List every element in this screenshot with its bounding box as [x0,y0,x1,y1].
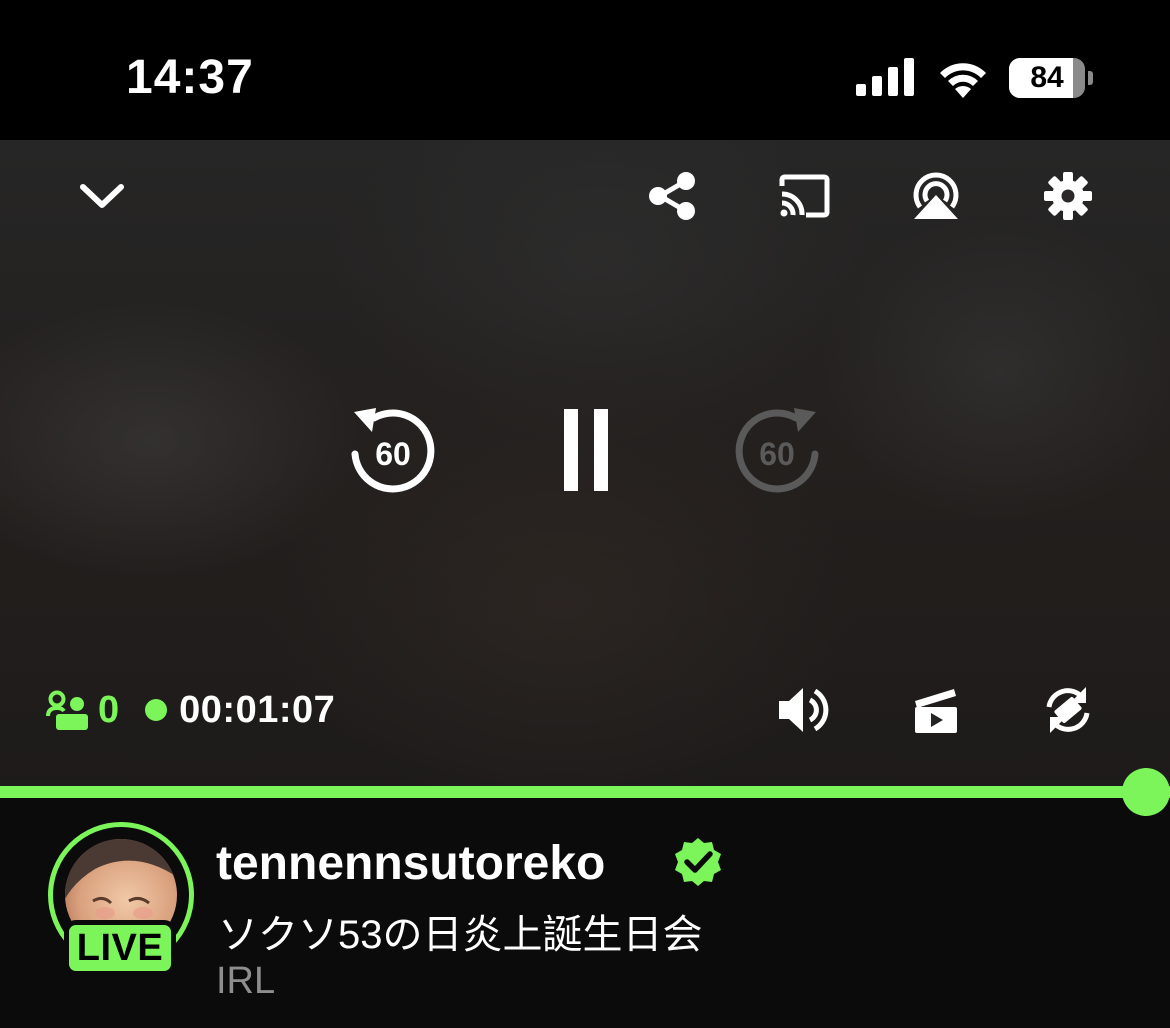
live-stats: 0 00:01:07 [46,688,335,732]
share-button[interactable] [644,168,700,224]
volume-button[interactable] [774,682,834,738]
pause-icon [564,409,608,491]
chevron-down-icon [80,184,124,208]
progress-fill [0,786,1170,798]
settings-button[interactable] [1040,168,1096,224]
viewers-icon [46,690,88,730]
channel-name[interactable]: tennennsutoreko [216,836,605,891]
forward-label: 60 [759,436,795,472]
share-icon [649,172,695,220]
video-player[interactable]: 60 60 0 00:01:07 [0,140,1170,792]
cast-icon [779,174,830,218]
progress-thumb[interactable] [1122,768,1170,816]
rewind-label: 60 [375,436,411,472]
settings-gear-icon [1044,172,1092,220]
volume-icon [779,688,829,732]
cellular-signal-icon [856,58,914,96]
live-badge: LIVE [64,920,176,976]
wifi-icon [940,63,986,98]
progress-track[interactable] [0,786,1170,798]
elapsed-time: 00:01:07 [179,688,336,731]
status-bar: 14:37 84 [0,0,1170,140]
stream-title: ソクソ53の日炎上誕生日会 [218,913,703,957]
collapse-button[interactable] [70,170,134,222]
forward-60-button: 60 [730,402,824,496]
stream-category[interactable]: IRL [216,960,275,1003]
forward-60-icon: 60 [735,408,819,493]
battery-icon: 84 [1009,58,1093,98]
viewer-count: 0 [98,688,120,731]
airplay-icon [913,172,959,219]
rotate-icon [1046,687,1090,733]
rewind-60-button[interactable]: 60 [346,402,440,496]
pause-button[interactable] [548,402,624,498]
clip-icon [915,689,957,733]
rotate-button[interactable] [1040,682,1096,738]
rewind-60-icon: 60 [351,408,435,493]
airplay-button[interactable] [908,168,964,224]
clip-button[interactable] [908,682,964,738]
status-time: 14:37 [126,51,254,104]
battery-level: 84 [1030,61,1064,94]
cast-button[interactable] [776,170,832,222]
live-dot [145,699,168,721]
verified-badge-icon [675,838,721,886]
